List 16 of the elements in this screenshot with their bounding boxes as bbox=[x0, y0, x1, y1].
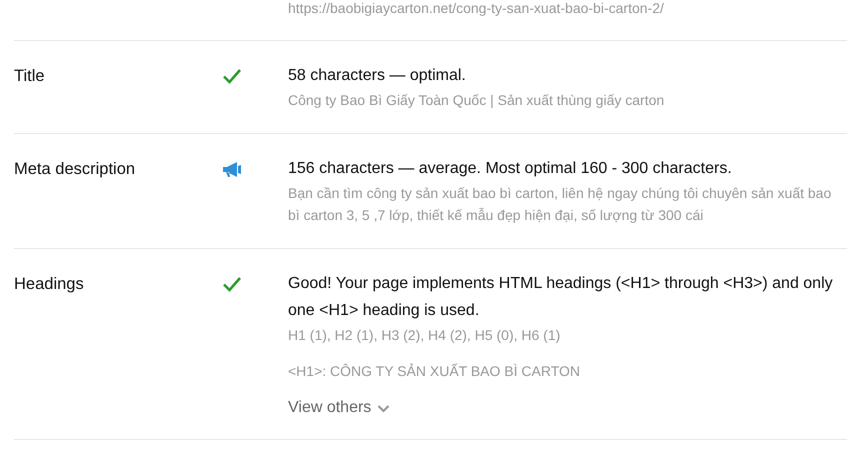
chevron-down-icon bbox=[377, 404, 390, 412]
result-summary: Good! Your page implements HTML headings (<H1> through <H3>) and only one <H1> heading is used. bbox=[288, 274, 834, 321]
h1-text: <H1>: CÔNG TY SẢN XUẤT BAO BÌ CARTON bbox=[288, 363, 582, 379]
result-detail: H1 (1), H2 (1), H3 (2), H4 (2), H5 (0), H6 (1) bbox=[288, 326, 562, 345]
row-label: Headings bbox=[14, 274, 85, 295]
row-label: Title bbox=[14, 66, 46, 87]
result-detail: Công ty Bao Bì Giấy Toàn Quốc | Sản xuất thùng giấy carton bbox=[288, 91, 666, 110]
view-others-link[interactable]: View others bbox=[288, 399, 390, 417]
checkmark-icon bbox=[222, 68, 242, 84]
checkmark-icon bbox=[222, 276, 242, 292]
result-summary: 156 characters — average. Most optimal 160 - 300 characters. bbox=[288, 159, 733, 179]
result-detail: Bạn cần tìm công ty sản xuất bao bì carton, liên hệ ngay chúng tôi chuyên sản xuất bao bì carton 3, 5 ,7 lớp, thiết kế mẫu đẹp hiện đại, số lượng từ 300 cái bbox=[288, 184, 832, 225]
megaphone-icon bbox=[222, 161, 242, 178]
page-url: https://baobigiaycarton.net/cong-ty-san-xuat-bao-bi-carton-2/ bbox=[288, 0, 664, 16]
result-summary: 58 characters — optimal. bbox=[288, 66, 467, 86]
row-label: Meta description bbox=[14, 159, 136, 180]
